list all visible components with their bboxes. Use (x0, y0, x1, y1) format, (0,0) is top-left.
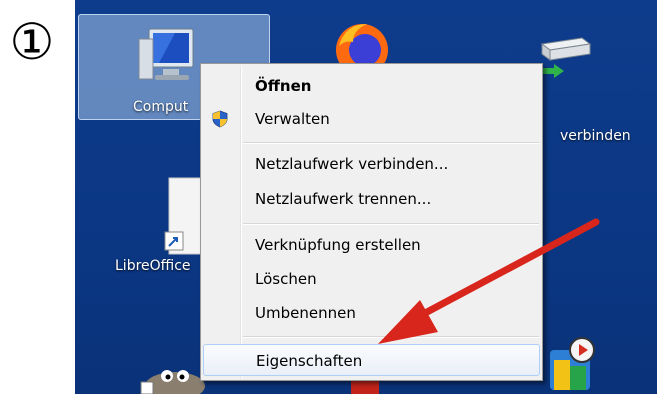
menu-item-open[interactable]: Öffnen (203, 70, 540, 102)
menu-item-disconnect-network-drive[interactable]: Netzlaufwerk trennen... (203, 183, 540, 215)
menu-item-rename[interactable]: Umbenennen (203, 297, 540, 329)
menu-separator (243, 142, 539, 144)
menu-item-properties[interactable]: Eigenschaften (203, 344, 540, 376)
media-player-icon (550, 337, 595, 390)
computer-monitor-icon (138, 28, 194, 80)
menu-item-label: Verknüpfung erstellen (255, 236, 421, 254)
uac-shield-icon (212, 110, 228, 128)
menu-separator (243, 336, 539, 338)
menu-item-label: Öffnen (255, 77, 312, 95)
network-drive-label: verbinden (560, 128, 631, 144)
menu-item-create-shortcut[interactable]: Verknüpfung erstellen (203, 229, 540, 261)
menu-item-label: Verwalten (255, 110, 330, 128)
menu-item-label: Umbenennen (255, 304, 356, 322)
computer-icon-label: Comput (133, 99, 189, 115)
libreoffice-icon-label: LibreOffice (115, 258, 191, 274)
context-menu: Öffnen Verwalten Netzlaufwerk verbinden.… (200, 63, 543, 381)
menu-item-delete[interactable]: Löschen (203, 263, 540, 295)
menu-item-label: Netzlaufwerk trennen... (255, 190, 432, 208)
step-number: ① (9, 13, 55, 71)
menu-item-manage[interactable]: Verwalten (203, 103, 540, 135)
menu-separator (243, 223, 539, 225)
menu-item-label: Netzlaufwerk verbinden... (255, 155, 449, 173)
menu-item-label: Löschen (255, 270, 317, 288)
desktop-icon-media[interactable] (540, 336, 600, 394)
menu-item-label: Eigenschaften (256, 352, 363, 370)
menu-item-map-network-drive[interactable]: Netzlaufwerk verbinden... (203, 148, 540, 180)
